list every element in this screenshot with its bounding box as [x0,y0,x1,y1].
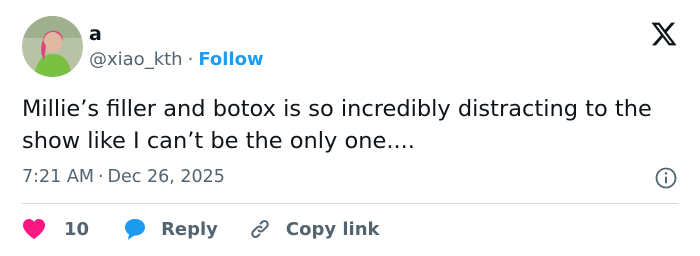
reply-label: Reply [161,218,218,240]
tweet-date[interactable]: Dec 26, 2025 [108,167,225,187]
action-bar: 10 Reply Copy link [22,216,380,242]
copy-link-label: Copy link [285,218,380,240]
author-display-name[interactable]: a [89,22,102,46]
reply-button[interactable]: Reply [123,217,218,241]
link-icon [251,220,269,238]
divider [22,203,678,204]
tweet-embed-card: a @xiao_kth · Follow Millie’s filler and b… [0,0,700,256]
speech-bubble-icon [125,219,146,240]
like-button[interactable]: 10 [22,218,89,240]
separator-dot: · [97,167,104,187]
follow-button[interactable]: Follow [198,49,263,70]
copy-link-button[interactable]: Copy link [248,217,380,241]
separator-dot: · [187,49,194,70]
like-count: 10 [64,218,90,240]
avatar[interactable] [22,16,83,77]
info-icon[interactable] [654,166,678,190]
x-logo-icon[interactable] [650,20,678,48]
tweet-text: Millie’s filler and botox is so incredib… [22,96,652,154]
tweet-time[interactable]: 7:21 AM [22,167,94,187]
author-handle-row: @xiao_kth · Follow [89,48,264,72]
avatar-image [22,16,83,77]
heart-icon [23,219,45,239]
tweet-timestamp[interactable]: 7:21 AM · Dec 26, 2025 [22,165,225,189]
author-handle[interactable]: @xiao_kth [89,49,183,70]
